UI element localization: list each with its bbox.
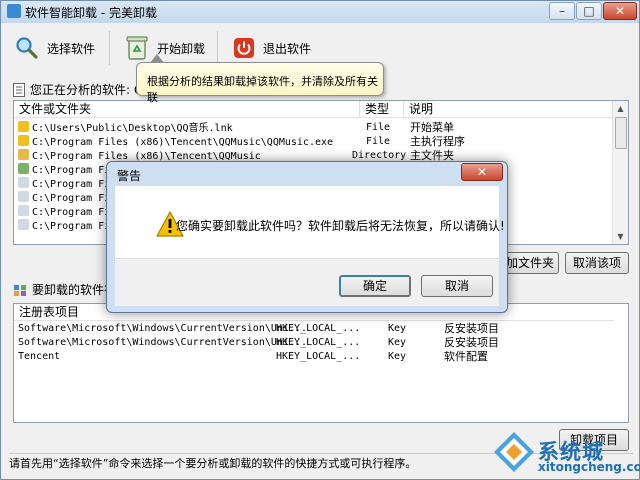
table-row[interactable]: Software\Microsoft\Windows\CurrentVersio… [14,336,614,350]
select-software-label: 选择软件 [47,41,96,56]
table-row[interactable]: C:\Program Files (x86)\Tencent\QQMusic\Q… [14,135,614,149]
column-header-desc[interactable]: 说明 [404,101,614,118]
scroll-down-icon[interactable]: ▼ [613,229,628,244]
document-icon [13,82,25,97]
cancel-button[interactable]: 取消 [421,275,493,297]
registry-type: Key [388,351,407,362]
table-row[interactable]: Tencent HKEY_LOCAL_... Key 软件配置 [14,350,614,364]
files-scrollbar[interactable]: ▲ ▼ [612,101,628,244]
registry-path: Tencent [18,351,61,362]
file-type: File [366,122,391,133]
folder-icon [18,149,29,160]
exit-software-label: 退出软件 [263,41,312,56]
registry-root: HKEY_LOCAL_... [276,351,361,362]
file-path-text: C:\Users\Public\Desktop\QQ音乐.lnk [32,123,233,134]
power-icon [234,38,254,58]
registry-path: Software\Microsoft\Windows\CurrentVersio… [18,323,307,334]
exit-software-button[interactable]: 退出软件 [233,33,311,63]
ok-button[interactable]: 确定 [339,275,411,297]
registry-path: Software\Microsoft\Windows\CurrentVersio… [18,337,307,348]
add-folder-button[interactable]: 加文件夹 [501,252,559,274]
minimize-button[interactable]: – [549,2,575,20]
file-icon [18,219,29,230]
table-row[interactable]: Software\Microsoft\Windows\CurrentVersio… [14,322,614,336]
file-type: File [366,136,391,147]
registry-root: HKEY_LOCAL_... [276,337,361,348]
registry-list[interactable]: 注册表项目 Software\Microsoft\Windows\Current… [13,303,629,423]
toolbar-divider [217,31,218,65]
dialog-close-button[interactable]: ✕ [461,163,503,181]
start-uninstall-button[interactable]: 开始卸载 [125,33,205,63]
dialog-footer: 确定 取消 [115,258,499,306]
select-software-button[interactable]: 选择软件 [15,33,95,63]
registry-desc: 反安装项目 [444,322,499,335]
toolbar-divider [109,31,110,65]
file-desc: 开始菜单 [410,121,454,134]
close-button[interactable]: ✕ [603,2,637,20]
registry-type: Key [388,337,407,348]
dialog-title: 警告 [117,169,142,183]
qqmusic-icon [18,121,29,132]
registry-icon [14,284,26,296]
scroll-thumb[interactable] [615,117,627,149]
tooltip: 根据分析的结果卸载掉该软件，并清除及所有关联 [136,62,384,104]
column-header-type[interactable]: 类型 [360,101,404,118]
watermark-url: xitongcheng.com [538,460,640,474]
file-path-text: C:\Program Files (x86)\Tencent\QQMusic\Q… [32,137,334,148]
column-header-file[interactable]: 文件或文件夹 [14,101,360,118]
warning-dialog: 警告 ✕ 确定 取消 [106,161,508,313]
maximize-button[interactable]: □ [576,2,602,20]
cancel-item-button[interactable]: 取消该项 [565,252,629,274]
registry-desc: 反安装项目 [444,336,499,349]
window-title: 软件智能卸载 - 完美卸载 [25,6,157,20]
watermark-logo-icon [494,432,534,472]
file-icon [18,191,29,202]
table-row[interactable]: C:\Users\Public\Desktop\QQ音乐.lnk File 开始… [14,121,614,135]
file-path: C:\Program Files (x86)\Tencent\QQMusic\Q… [18,135,333,150]
file-path: C:\Users\Public\Desktop\QQ音乐.lnk [18,121,233,136]
scroll-up-icon[interactable]: ▲ [613,101,628,116]
title-bar: 软件智能卸载 - 完美卸载 – □ ✕ [1,1,639,23]
file-icon [18,205,29,216]
app-icon [7,4,21,18]
file-icon [18,163,29,174]
registry-root: HKEY_LOCAL_... [276,323,361,334]
registry-type: Key [388,323,407,334]
file-icon [18,177,29,188]
recycle-bin-icon [126,36,148,60]
start-uninstall-label: 开始卸载 [157,41,206,56]
file-desc: 主执行程序 [410,135,465,148]
magnifier-icon [16,37,38,59]
dialog-message: 您确实要卸载此软件吗？软件卸载后将无法恢复，所以请确认! [176,219,505,233]
qqmusic-icon [18,135,29,146]
registry-desc: 软件配置 [444,350,488,363]
